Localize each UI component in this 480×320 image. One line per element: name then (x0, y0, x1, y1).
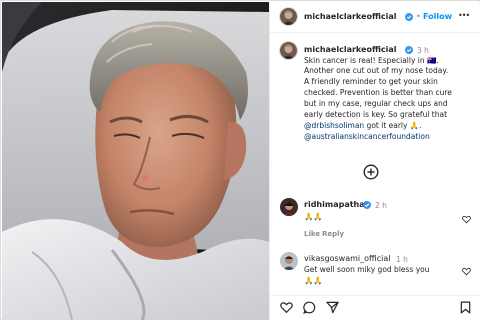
comment-time: 2 h (375, 201, 387, 210)
follow-button[interactable]: Follow (423, 12, 452, 21)
instagram-post: michaelclarkeofficial • Follow ••• micha… (0, 0, 480, 320)
caption-line-2: Another one cut out of my nose today. (304, 66, 449, 75)
verified-badge-icon (363, 200, 371, 209)
header-separator: • (416, 12, 421, 21)
heart-icon[interactable] (280, 301, 293, 314)
caption-line-3: A friendly reminder to get your skin (304, 77, 438, 86)
reply-button[interactable]: Reply (322, 230, 344, 238)
plus-circle-icon[interactable] (363, 164, 379, 180)
verified-badge-icon (405, 12, 413, 21)
comment: ridhimapathak 2 h 🙏🙏 Like Reply (270, 195, 480, 243)
caption-line-7: @drbishsoliman got it early 🙏. (304, 121, 422, 131)
comment-icon[interactable] (303, 301, 316, 314)
comment-username[interactable]: ridhimapathak (304, 200, 370, 209)
post-header: michaelclarkeofficial • Follow ••• (270, 2, 480, 32)
author-avatar[interactable] (279, 7, 298, 26)
caption-time: 3 h (417, 46, 429, 55)
bookmark-icon[interactable] (459, 301, 472, 314)
header-username[interactable]: michaelclarkeofficial (304, 12, 396, 21)
commenter-avatar[interactable] (280, 252, 298, 270)
comment: vikasgoswami_official 1 h Get well soon … (270, 249, 480, 293)
caption-line-1: Skin cancer is real! Especially in 🇦🇺. (304, 56, 439, 65)
comment-text: Get well soon miky god bless you (304, 265, 430, 274)
caption-line-8: @australianskincancerfoundation (304, 132, 430, 142)
heart-icon[interactable] (462, 215, 471, 224)
caption-username[interactable]: michaelclarkeofficial (304, 45, 396, 54)
caption-line-4: checked. Prevention is better than cure (304, 88, 452, 97)
comment-text-line-2: 🙏🙏 (304, 276, 323, 285)
more-options-button[interactable]: ••• (458, 11, 470, 20)
actions-divider (270, 295, 480, 296)
verified-badge-icon (405, 45, 413, 54)
caption-line-7-suffix: got it early 🙏. (364, 121, 422, 130)
comment-time: 1 h (396, 255, 408, 264)
post-image (2, 2, 269, 320)
commenter-avatar[interactable] (280, 198, 298, 216)
header-divider (270, 32, 480, 33)
caption-line-6: early detection is key. So grateful that (304, 110, 448, 119)
mention-link[interactable]: @drbishsoliman (304, 121, 364, 130)
action-bar (270, 298, 480, 318)
comment-username[interactable]: vikasgoswami_official (304, 254, 391, 263)
post-side-panel: michaelclarkeofficial • Follow ••• micha… (269, 2, 480, 320)
comment-text: 🙏🙏 (304, 212, 323, 221)
share-icon[interactable] (326, 301, 339, 314)
caption-line-5: but in my case, regular check ups and (304, 99, 448, 108)
post-photo[interactable] (2, 2, 269, 320)
caption: michaelclarkeofficial 3 h Skin cancer is… (270, 36, 480, 156)
caption-avatar[interactable] (279, 41, 298, 60)
mention-link[interactable]: @australianskincancerfoundation (304, 132, 430, 141)
heart-icon[interactable] (462, 267, 471, 276)
like-comment-button[interactable]: Like (304, 230, 320, 238)
